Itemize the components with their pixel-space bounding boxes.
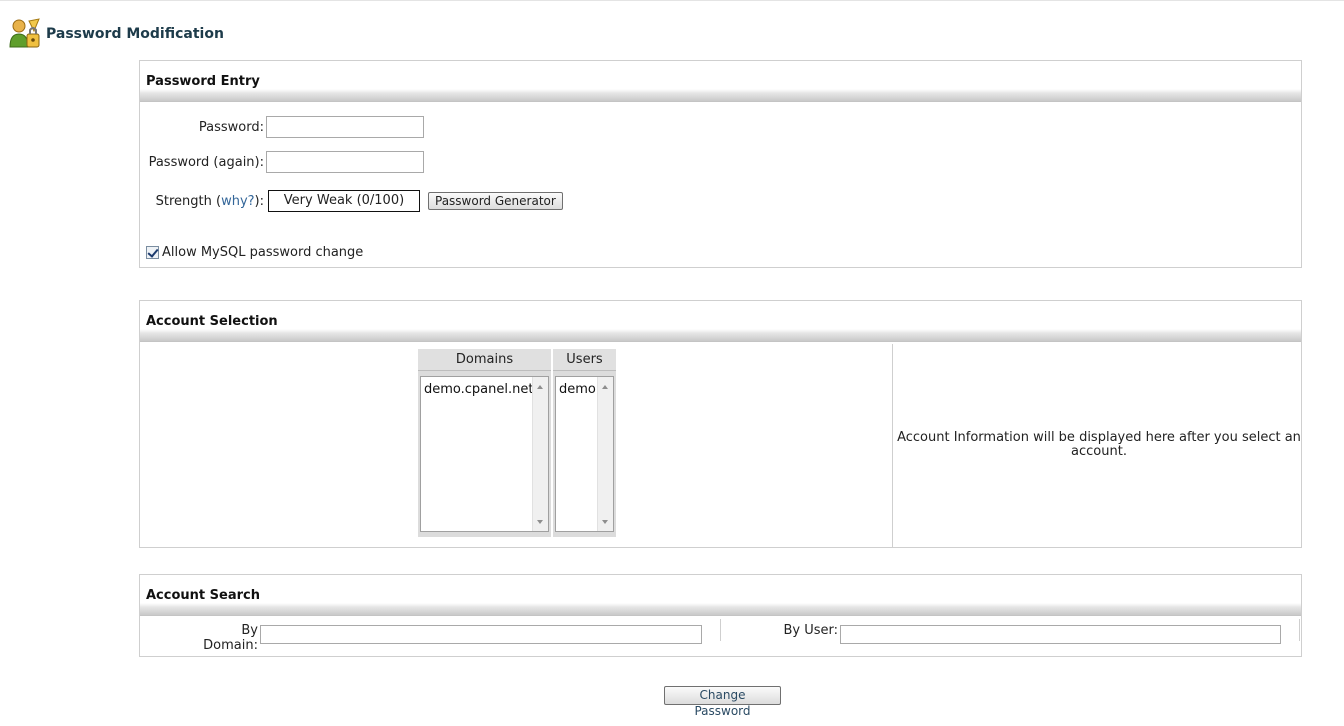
domains-panel: Domains demo.cpanel.net [418, 349, 551, 537]
password-row: Password: [140, 116, 424, 138]
domains-listbox[interactable]: demo.cpanel.net [420, 376, 549, 532]
strength-row: Strength (why?): Very Weak (0/100) Passw… [140, 190, 563, 212]
domains-scrollbar[interactable] [532, 377, 548, 531]
by-user-label: By User: [783, 623, 838, 638]
account-search-header: Account Search [140, 575, 1301, 616]
scroll-up-icon[interactable] [537, 385, 543, 389]
user-key-icon [9, 18, 40, 48]
mysql-checkbox-label: Allow MySQL password change [162, 245, 364, 260]
password-generator-button[interactable]: Password Generator [428, 192, 563, 210]
users-listbox[interactable]: demo [555, 376, 614, 532]
scroll-down-icon[interactable] [537, 520, 543, 524]
account-search-panel: Account Search By Domain: By User: [139, 574, 1302, 657]
strength-label-prefix: Strength ( [155, 193, 222, 209]
user-item[interactable]: demo [559, 382, 596, 397]
password-again-label: Password (again): [148, 154, 264, 170]
page-header: Password Modification [8, 16, 224, 52]
mysql-checkbox-row[interactable]: Allow MySQL password change [146, 245, 363, 260]
password-again-input[interactable] [266, 151, 424, 173]
why-link[interactable]: why? [221, 194, 254, 209]
strength-label: Strength (why?): [140, 194, 266, 209]
users-panel: Users demo [553, 349, 616, 537]
password-again-row: Password (again): [140, 151, 424, 173]
password-label: Password: [198, 119, 264, 135]
account-info-text: Account Information will be displayed he… [897, 430, 1301, 459]
search-divider [720, 619, 721, 641]
account-selection-header: Account Selection [140, 301, 1301, 342]
strength-label-suffix: ): [254, 193, 264, 209]
domain-item[interactable]: demo.cpanel.net [424, 382, 533, 397]
by-user-input[interactable] [840, 625, 1281, 644]
mysql-checkbox[interactable] [146, 246, 159, 259]
users-header: Users [553, 349, 616, 371]
password-entry-header: Password Entry [140, 61, 1301, 102]
search-end-divider [1299, 619, 1300, 641]
domains-header: Domains [418, 349, 551, 371]
scroll-down-icon[interactable] [602, 520, 608, 524]
top-divider [0, 0, 1344, 1]
change-password-button[interactable]: Change Password [664, 686, 781, 718]
password-input[interactable] [266, 116, 424, 138]
strength-meter: Very Weak (0/100) [268, 190, 420, 212]
users-scrollbar[interactable] [597, 377, 613, 531]
password-entry-panel: Password Entry Password: Password (again… [139, 60, 1302, 268]
page-title: Password Modification [46, 26, 224, 42]
account-selection-panel: Account Selection Domains demo.cpanel.ne… [139, 300, 1302, 548]
by-domain-label: By Domain: [203, 623, 258, 653]
scroll-up-icon[interactable] [602, 385, 608, 389]
by-domain-input[interactable] [260, 625, 702, 644]
selection-divider [892, 344, 893, 547]
